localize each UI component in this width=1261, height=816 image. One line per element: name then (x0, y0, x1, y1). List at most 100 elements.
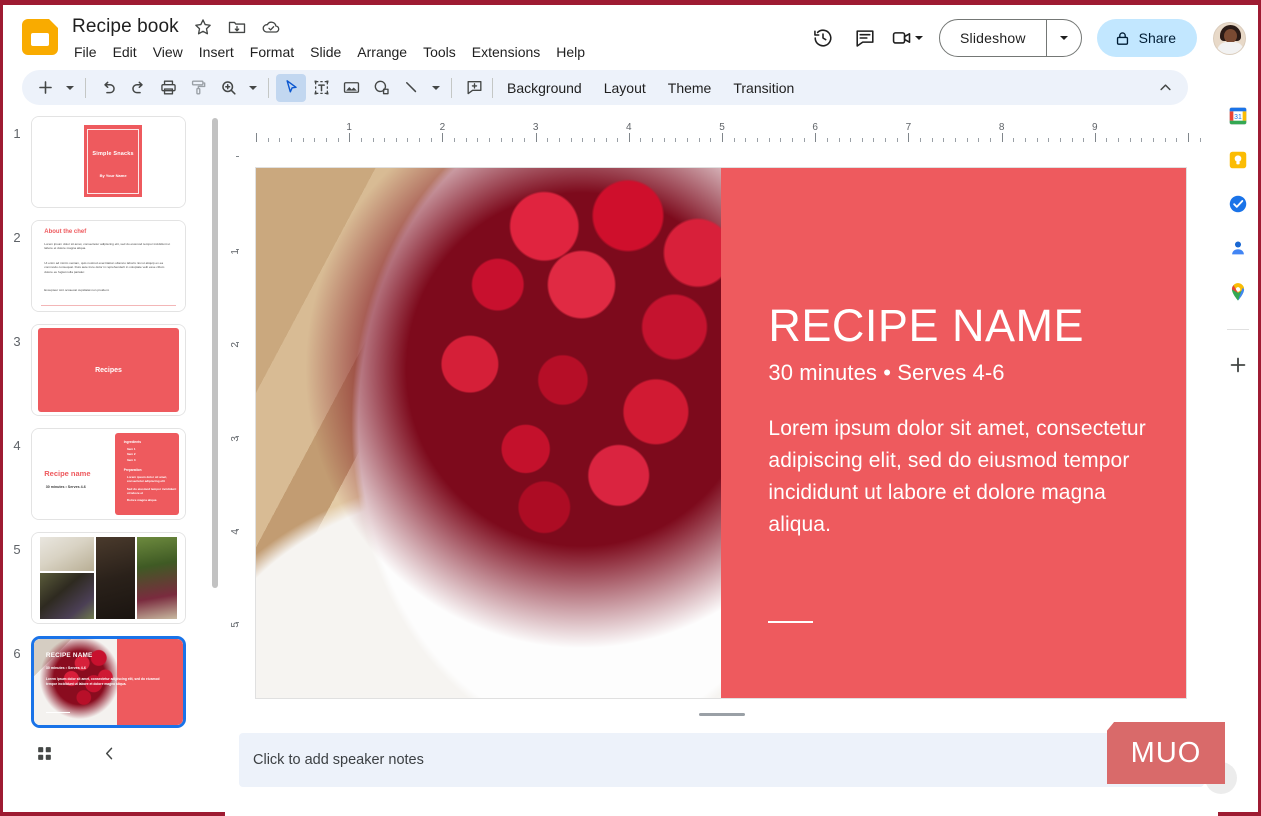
thumb-title: Recipes (95, 366, 122, 374)
menu-slide[interactable]: Slide (303, 42, 348, 62)
menu-format[interactable]: Format (243, 42, 301, 62)
thumb-title: Recipe name (44, 468, 91, 478)
svg-text:31: 31 (1234, 114, 1242, 121)
slide-thumbnail-4[interactable]: Recipe name 30 minutes • Serves 4-6 Ingr… (31, 428, 186, 520)
theme-button[interactable]: Theme (657, 75, 723, 101)
slides-logo-icon (22, 19, 58, 55)
text-box-icon[interactable] (306, 74, 336, 102)
thumb-ingredient: Item 1 (126, 447, 136, 451)
undo-icon[interactable] (93, 74, 123, 102)
list-item[interactable]: 1 Simple Snacks By Your Name (3, 110, 225, 214)
watermark-logo: MUO (1107, 722, 1225, 784)
google-calendar-icon[interactable]: 31 (1227, 105, 1249, 127)
slide-accent-panel[interactable]: RECIPE NAME 30 minutes • Serves 4-6 Lore… (721, 168, 1186, 698)
move-to-folder-icon[interactable] (227, 17, 247, 37)
menu-edit[interactable]: Edit (106, 42, 144, 62)
filmstrip-scrollbar-thumb[interactable] (212, 118, 218, 588)
list-item[interactable]: 6 RECIPE NAME 30 minutes • Serves 4-6 Lo… (3, 630, 225, 734)
horizontal-ruler[interactable]: 1 2 3 4 5 6 7 8 9 (245, 120, 1218, 142)
ruler-tick (1094, 133, 1096, 142)
slideshow-button[interactable]: Slideshow (940, 20, 1046, 56)
menu-insert[interactable]: Insert (192, 42, 241, 62)
cloud-check-icon[interactable] (261, 17, 281, 37)
zoom-icon[interactable] (213, 74, 243, 102)
menu-help[interactable]: Help (549, 42, 592, 62)
menu-file[interactable]: File (67, 42, 104, 62)
star-icon[interactable] (193, 17, 213, 37)
list-item[interactable]: 5 (3, 526, 225, 630)
thumb-rule (45, 711, 70, 713)
get-add-ons-plus-icon[interactable] (1227, 354, 1249, 376)
google-maps-icon[interactable] (1227, 281, 1249, 303)
new-slide-caret-icon[interactable] (60, 74, 78, 102)
add-comment-icon[interactable] (459, 74, 489, 102)
thumb-photo-collage (39, 536, 178, 620)
google-contacts-icon[interactable] (1227, 237, 1249, 259)
speaker-notes-field[interactable]: Click to add speaker notes (239, 733, 1204, 787)
collapse-filmstrip-chevron-left-icon[interactable] (92, 736, 126, 770)
slide-thumbnail-2[interactable]: About the chef Lorem ipsum dolor sit ame… (31, 220, 186, 312)
share-button[interactable]: Share (1096, 19, 1197, 57)
menu-arrange[interactable]: Arrange (350, 42, 414, 62)
select-tool-icon[interactable] (276, 73, 306, 102)
slide-body-text[interactable]: Lorem ipsum dolor sit amet, consectetur … (768, 413, 1149, 541)
account-avatar[interactable] (1213, 21, 1246, 55)
background-button[interactable]: Background (496, 75, 593, 101)
shape-icon[interactable] (366, 74, 396, 102)
print-icon[interactable] (153, 74, 183, 102)
slide-thumbnail-1[interactable]: Simple Snacks By Your Name (31, 116, 186, 208)
google-tasks-icon[interactable] (1227, 193, 1249, 215)
new-slide-icon[interactable] (30, 74, 60, 102)
insert-image-icon[interactable] (336, 74, 366, 102)
header-actions: Slideshow Share (805, 19, 1246, 57)
ruler-tick (722, 133, 723, 142)
chevron-down-icon[interactable] (915, 36, 924, 40)
slide-photo-raspberries-in-white-cup[interactable] (256, 168, 721, 698)
slide-thumbnail-6-selected[interactable]: RECIPE NAME 30 minutes • Serves 4-6 Lore… (31, 636, 186, 728)
slide-canvas[interactable]: RECIPE NAME 30 minutes • Serves 4-6 Lore… (239, 142, 1218, 708)
zoom-caret-icon[interactable] (243, 74, 261, 102)
ruler-tick (349, 133, 351, 142)
slide-thumbnail-3[interactable]: Recipes (31, 324, 186, 416)
slide-meta[interactable]: 30 minutes • Serves 4-6 (768, 360, 1004, 386)
line-caret-icon[interactable] (426, 74, 444, 102)
ruler-tick (442, 133, 444, 142)
list-item[interactable]: 2 About the chef Lorem ipsum dolor sit a… (3, 214, 225, 318)
slide-number: 4 (13, 438, 21, 453)
thumb-accent-block: Simple Snacks By Your Name (84, 125, 143, 198)
editor-area: 1 2 3 4 5 6 7 8 9 1 2 3 4 5 RECIPE NAME 30 minutes •… (225, 110, 1218, 816)
paint-format-icon[interactable] (183, 74, 213, 102)
slideshow-options-chevron-down-icon[interactable] (1047, 20, 1081, 56)
ruler-label: 6 (812, 122, 818, 133)
slide-accent-rule (768, 621, 813, 624)
layout-button[interactable]: Layout (593, 75, 657, 101)
list-item[interactable]: 4 Recipe name 30 minutes • Serves 4-6 In… (3, 422, 225, 526)
notes-resize-handle[interactable] (225, 708, 1218, 720)
thumb-title: RECIPE NAME (45, 651, 93, 659)
comment-icon[interactable] (847, 20, 883, 56)
menu-tools[interactable]: Tools (416, 42, 463, 62)
ruler-tick (1188, 133, 1189, 142)
share-button-label: Share (1138, 30, 1176, 46)
version-history-icon[interactable] (805, 20, 841, 56)
collapse-toolbar-chevron-up-icon[interactable] (1150, 74, 1180, 102)
google-keep-icon[interactable] (1227, 149, 1249, 171)
grid-view-button[interactable] (27, 736, 61, 770)
line-icon[interactable] (396, 74, 426, 102)
collage-photo-onion-and-herbs (137, 536, 178, 620)
menu-bar: File Edit View Insert Format Slide Arran… (67, 42, 592, 62)
ruler-tick (908, 133, 910, 142)
meet-video-icon[interactable] (889, 20, 925, 56)
slide-title[interactable]: RECIPE NAME (768, 303, 1084, 348)
current-slide[interactable]: RECIPE NAME 30 minutes • Serves 4-6 Lore… (256, 168, 1186, 698)
transition-button[interactable]: Transition (722, 75, 805, 101)
document-title[interactable]: Recipe book (72, 16, 179, 38)
slide-filmstrip[interactable]: 1 Simple Snacks By Your Name 2 About the… (3, 110, 225, 748)
list-item[interactable]: 3 Recipes (3, 318, 225, 422)
menu-extensions[interactable]: Extensions (465, 42, 547, 62)
slide-thumbnail-5[interactable] (31, 532, 186, 624)
thumb-paragraph: Ut enim ad minim veniam, quis nostrud ex… (44, 260, 165, 274)
menu-view[interactable]: View (146, 42, 190, 62)
thumb-step: Dolore magna aliqua (126, 498, 157, 503)
redo-icon[interactable] (123, 74, 153, 102)
